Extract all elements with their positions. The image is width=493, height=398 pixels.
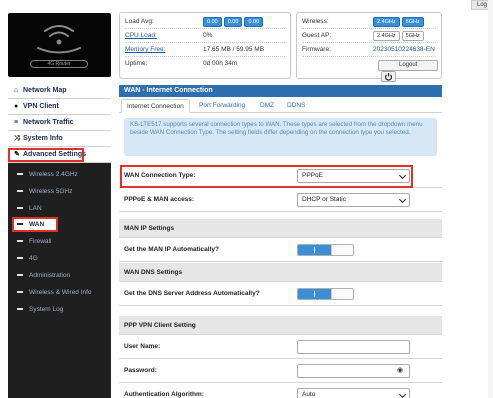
memory-free-link[interactable]: Memory Free:	[125, 44, 165, 56]
guest-24-badge[interactable]: 2.4GHz	[373, 31, 400, 41]
guest-ap-row: Guest AP: 2.4GHz 5GHz	[302, 30, 436, 43]
pppoe-access-select[interactable]: DHCP or Static	[297, 193, 410, 207]
shuffle-icon: ⤨	[14, 135, 20, 142]
power-icon	[384, 73, 393, 81]
sidebar-subitem-wireless-5[interactable]: Wireless 5GHz	[8, 183, 111, 200]
username-row: User Name:	[119, 335, 442, 359]
main-panel: WAN - Internet Connection Internet Conne…	[119, 85, 442, 398]
firmware-row: Firmware: 20230510224638-EN	[302, 44, 436, 57]
page-title: WAN - Internet Connection	[119, 85, 442, 97]
eye-icon[interactable]: ◉	[393, 366, 407, 376]
section-ppp-vpn: PPP VPN Client Setting	[119, 316, 442, 335]
firmware-link[interactable]: 20230510224638-EN	[373, 44, 435, 56]
section-man-ip: MAN IP Settings	[119, 219, 442, 238]
load-avg-5: 0.00	[223, 17, 243, 27]
dns-auto-row: Get the DNS Server Address Automatically…	[119, 282, 442, 306]
tab-port-forwarding[interactable]: Port Forwarding	[194, 99, 250, 113]
page-scrollbar[interactable]	[488, 0, 493, 398]
sidebar-subitem-wan[interactable]: WAN	[8, 216, 111, 233]
tab-bar: Internet Connection Port Forwarding DMZ …	[119, 97, 442, 113]
cpu-load-row: CPU Load: 0%	[125, 30, 285, 43]
section-wan-dns: WAN DNS Settings	[119, 263, 442, 282]
dns-auto-toggle[interactable]	[297, 288, 354, 300]
uptime-row: Uptime: 0d 00h 34m	[125, 60, 238, 67]
chevron-down-icon	[398, 390, 407, 398]
logout-row: Logout	[302, 59, 439, 82]
sidebar-subitem-firewall[interactable]: Firewall	[8, 233, 111, 250]
password-row: Password: ◉	[119, 359, 442, 383]
tab-ddns[interactable]: DDNS	[282, 99, 310, 113]
sidebar-subitem-system-log[interactable]: System Log	[8, 301, 111, 318]
chevron-down-icon	[398, 195, 407, 204]
auth-algo-row: Authentication Algorithm: Auto	[119, 383, 442, 398]
wireless-5-badge[interactable]: 5GHz	[401, 17, 424, 27]
load-avg-1: 0.00	[203, 17, 222, 27]
highlight-wan-type	[120, 165, 413, 188]
cpu-load-link[interactable]: CPU Load:	[125, 30, 157, 42]
man-ip-auto-row: Get the MAN IP Automatically?	[119, 238, 442, 262]
status-panel-network: Wireless: 2.4GHz 5GHz Guest AP: 2.4GHz 5GH…	[296, 12, 442, 82]
tab-internet-connection[interactable]: Internet Connection	[121, 99, 190, 113]
sidebar-subitem-4g[interactable]: 4G	[8, 250, 111, 267]
power-button[interactable]	[381, 71, 396, 82]
globe-icon: ●	[14, 103, 19, 110]
pppoe-access-row: PPPoE & MAN access: DHCP or Static	[119, 188, 442, 212]
sidebar-subitem-wireless-24[interactable]: Wireless 2.4GHz	[8, 166, 111, 183]
man-ip-auto-toggle[interactable]	[297, 244, 354, 256]
logout-button[interactable]: Logout	[378, 60, 439, 71]
wireless-24-badge[interactable]: 2.4GHz	[373, 17, 400, 27]
sidebar-subitem-administration[interactable]: Administration	[8, 267, 111, 284]
list-icon: ≡	[14, 119, 19, 126]
router-logo: 4G Router	[8, 13, 111, 77]
username-input[interactable]	[297, 340, 410, 354]
sidebar-item-vpn-client[interactable]: ● VPN Client	[8, 99, 111, 115]
auth-algo-select[interactable]: Auto	[297, 388, 410, 398]
load-avg-row: Load Avg: 0.00 0.00 0.00	[125, 16, 285, 29]
status-panel-system: Load Avg: 0.00 0.00 0.00 CPU Load: 0% Memo…	[119, 12, 291, 79]
info-note: KS-LTE517 supports several connection ty…	[124, 118, 437, 156]
highlight-advanced-settings	[8, 148, 84, 162]
sidebar-subitem-wireless-wired-info[interactable]: Wireless & Wired Info	[8, 284, 111, 301]
logo-label: 4G Router	[30, 60, 88, 68]
load-avg-15: 0.00	[244, 17, 264, 27]
sidebar-item-network-map[interactable]: ⌂ Network Map	[8, 83, 111, 99]
sidebar: ⌂ Network Map ● VPN Client ≡ Network Traffi…	[8, 83, 111, 398]
sidebar-item-system-info[interactable]: ⤨ System Info	[8, 131, 111, 147]
memory-free-row: Memory Free: 17.65 MB / 59.95 MB	[125, 44, 285, 57]
password-input[interactable]: ◉	[297, 364, 410, 378]
sidebar-item-network-traffic[interactable]: ≡ Network Traffic	[8, 115, 111, 131]
tab-dmz[interactable]: DMZ	[255, 99, 279, 113]
guest-5-badge[interactable]: 5GHz	[401, 31, 424, 41]
wifi-icon	[37, 25, 81, 54]
sidebar-subitem-lan[interactable]: LAN	[8, 200, 111, 217]
home-icon: ⌂	[14, 87, 19, 94]
wireless-row: Wireless: 2.4GHz 5GHz	[302, 16, 436, 29]
